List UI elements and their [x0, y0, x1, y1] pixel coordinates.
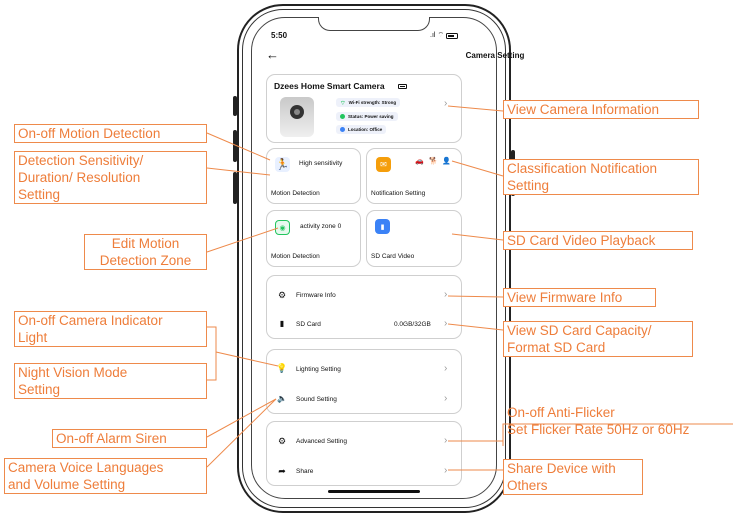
sd-card-icon: ▮	[375, 219, 390, 234]
mute-switch	[233, 96, 237, 116]
annotation-siren: On-off Alarm Siren	[52, 429, 207, 448]
running-person-icon: 🏃	[275, 157, 290, 172]
camera-battery-icon	[398, 84, 407, 89]
annotation-anti-flicker: On-off Anti-Flicker Set Flicker Rate 50H…	[507, 405, 690, 437]
sound-setting-label[interactable]: Sound Setting	[296, 396, 337, 403]
light-bulb-icon: 💡	[276, 363, 288, 373]
chevron-right-icon: ›	[444, 393, 448, 404]
chevron-right-icon: ›	[444, 318, 448, 329]
zone-motion-detection-label: Motion Detection	[271, 253, 320, 260]
motion-sensitivity-value: High sensitivity	[299, 160, 343, 167]
person-icon: 👤	[442, 158, 451, 165]
share-label[interactable]: Share	[296, 468, 313, 475]
chevron-right-icon: ›	[444, 363, 448, 374]
wifi-icon: ⌔	[437, 32, 445, 39]
annotation-indicator: On-off Camera Indicator Light	[14, 311, 207, 347]
annotation-night-vision: Night Vision Mode Setting	[14, 363, 207, 399]
battery-icon	[446, 32, 459, 39]
speaker-icon: 🔈	[277, 394, 287, 403]
signal-icon: .ıl	[430, 32, 436, 39]
sd-card-video-label: SD Card Video	[371, 253, 415, 260]
chevron-right-icon: ›	[444, 289, 448, 300]
zone-icon: ◉	[275, 220, 290, 235]
home-indicator	[328, 490, 420, 493]
volume-down-button	[233, 172, 237, 204]
light-sound-group-card	[266, 349, 462, 414]
chip-icon: ⚙	[277, 290, 287, 300]
camera-name: Dzees Home Smart Camera	[274, 81, 385, 91]
wifi-strength-pill: ⌔ Wi-Fi strength: Strong	[336, 98, 401, 107]
annotation-sd-playback: SD Card Video Playback	[503, 231, 693, 250]
phone-notch	[318, 17, 430, 31]
info-group-card	[266, 275, 462, 339]
annotation-sensitivity: Detection Sensitivity/ Duration/ Resolut…	[14, 151, 207, 204]
status-pill: Status: Power saving	[336, 112, 398, 121]
annotation-firmware: View Firmware Info	[503, 288, 656, 307]
status-icons: .ıl ⌔	[430, 31, 459, 40]
share-arrow-icon: ➦	[278, 466, 286, 476]
annotation-classification: Classification Notification Setting	[503, 159, 699, 195]
chevron-right-icon: ›	[444, 435, 448, 446]
annotation-share: Share Device with Others	[503, 459, 643, 495]
chevron-right-icon: ›	[444, 465, 448, 476]
annotation-sd-capacity: View SD Card Capacity/ Format SD Card	[503, 321, 693, 357]
firmware-info-label[interactable]: Firmware Info	[296, 292, 336, 299]
sd-card-label[interactable]: SD Card	[296, 321, 321, 328]
annotation-voice: Camera Voice Languages and Volume Settin…	[4, 458, 207, 494]
notification-setting-label: Notification Setting	[371, 190, 426, 197]
gear-icon: ⚙	[277, 436, 287, 446]
status-time: 5:50	[271, 31, 288, 40]
mail-icon: ✉	[376, 157, 391, 172]
annotation-camera-info: View Camera Information	[503, 100, 699, 119]
location-pin-icon	[340, 127, 345, 132]
advanced-setting-label[interactable]: Advanced Setting	[296, 438, 347, 445]
status-icon	[340, 114, 345, 119]
volume-up-button	[233, 130, 237, 162]
pet-icon: 🐕	[429, 158, 438, 165]
chevron-right-icon: ›	[444, 98, 448, 109]
vehicle-icon: 🚗	[415, 158, 424, 165]
page-title: Camera Setting	[465, 51, 525, 60]
camera-thumbnail	[280, 97, 314, 137]
wifi-small-icon: ⌔	[340, 100, 346, 107]
activity-zone-value: activity zone 0	[300, 223, 342, 230]
motion-detection-label: Motion Detection	[271, 190, 320, 197]
lighting-setting-label[interactable]: Lighting Setting	[296, 366, 341, 373]
annotation-motion-onoff: On-off Motion Detection	[14, 124, 207, 143]
location-pill: Location: Office	[336, 125, 387, 134]
bracket-light	[207, 326, 217, 381]
sd-card-row-icon: ▮	[279, 319, 285, 328]
advanced-group-card	[266, 421, 462, 486]
annotation-edit-zone: Edit Motion Detection Zone	[84, 234, 207, 270]
sd-card-capacity: 0.0GB/32GB	[394, 321, 431, 328]
